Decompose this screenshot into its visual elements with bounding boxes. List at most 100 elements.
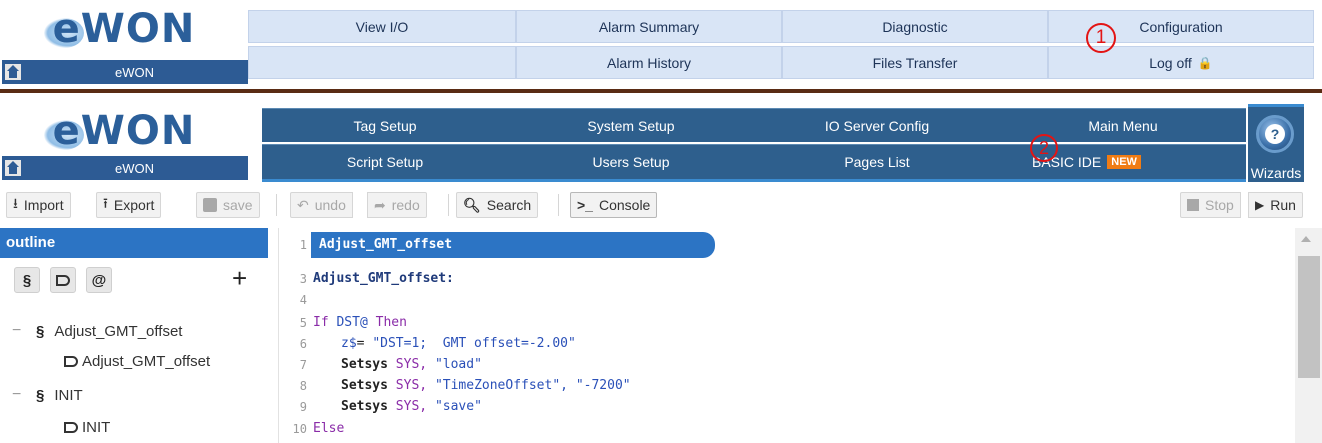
nav-diagnostic[interactable]: Diagnostic: [782, 10, 1048, 43]
line-number: 9: [299, 400, 307, 414]
toolbar-separator: [276, 194, 277, 216]
upload-icon: ⭱: [103, 195, 108, 211]
wizards-button[interactable]: ? Wizards: [1248, 104, 1304, 182]
outline-title: outline: [0, 228, 268, 258]
tree-item-label: INIT: [54, 386, 83, 404]
redo-button[interactable]: ➦ redo: [367, 192, 427, 218]
tag-icon: [56, 274, 70, 286]
wizards-label: Wizards: [1250, 165, 1302, 181]
code-line-setsys-load: Setsys SYS, "load": [341, 357, 482, 372]
log-off-label: Log off: [1149, 54, 1192, 71]
variable-filter-button[interactable]: @: [86, 267, 112, 293]
line-number: 8: [299, 379, 307, 393]
run-label: Run: [1270, 197, 1296, 213]
logo-text: eWON: [52, 6, 196, 52]
nav-files-transfer[interactable]: Files Transfer: [782, 46, 1048, 79]
tree-item-label: INIT: [82, 418, 111, 436]
download-icon: ⭳: [13, 195, 18, 211]
stop-label: Stop: [1205, 197, 1234, 213]
tag-icon: [64, 355, 78, 367]
ide-toolbar: ⭳ Import ⭱ Export save ↶ undo ➦ redo 🔍︎ …: [0, 186, 1322, 224]
nav-alarm-history[interactable]: Alarm History: [516, 46, 782, 79]
nav-view-io[interactable]: View I/O: [248, 10, 516, 43]
undo-icon: ↶: [297, 196, 309, 213]
line-number: 1: [299, 238, 307, 252]
run-button[interactable]: ▶ Run: [1248, 192, 1303, 218]
line-number: 5: [299, 316, 307, 330]
stop-icon: [1187, 199, 1199, 211]
code-editor[interactable]: 1 3 4 5 6 7 8 9 10 Adjust_GMT_offset Adj…: [278, 228, 1322, 443]
home-label: eWON: [115, 160, 154, 176]
undo-label: undo: [314, 197, 346, 213]
section-title: Adjust_GMT_offset: [319, 237, 453, 252]
import-button[interactable]: ⭳ Import: [6, 192, 71, 218]
label-filter-button[interactable]: [50, 267, 76, 293]
annotation-marker-1: 1: [1086, 23, 1116, 53]
line-number: 6: [299, 337, 307, 351]
code-line-label: Adjust_GMT_offset:: [313, 271, 454, 286]
line-number: 7: [299, 358, 307, 372]
console-label: Console: [598, 197, 651, 213]
scrollbar-thumb[interactable]: [1298, 256, 1320, 378]
terminal-icon: >_: [577, 197, 593, 213]
search-icon: 🔍︎: [463, 196, 481, 213]
annotation-marker-2: 2: [1030, 134, 1058, 162]
home-bar-secondary[interactable]: eWON: [2, 156, 248, 180]
vertical-scrollbar[interactable]: [1295, 228, 1322, 443]
top-navigation-bar: eWON eWON View I/O Alarm Summary Diagnos…: [0, 0, 1322, 88]
collapse-icon[interactable]: −: [12, 322, 24, 340]
line-number: 4: [299, 293, 307, 307]
save-button[interactable]: save: [196, 192, 260, 218]
toolbar-separator: [558, 194, 559, 216]
save-label: save: [223, 197, 253, 213]
search-button[interactable]: 🔍︎ Search: [456, 192, 539, 218]
code-line-else: Else: [313, 421, 345, 436]
console-button[interactable]: >_ Console: [570, 192, 658, 218]
tree-item-label-entry[interactable]: Adjust_GMT_offset: [64, 350, 210, 372]
nav-tag-setup[interactable]: Tag Setup: [262, 108, 508, 142]
nav-users-setup[interactable]: Users Setup: [508, 144, 754, 182]
nav-system-setup[interactable]: System Setup: [508, 108, 754, 142]
home-label: eWON: [115, 64, 154, 80]
floppy-icon: [203, 198, 217, 212]
export-button[interactable]: ⭱ Export: [96, 192, 162, 218]
nav-script-setup[interactable]: Script Setup: [262, 144, 508, 182]
lock-icon: 🔒: [1197, 55, 1213, 70]
tree-item-label: Adjust_GMT_offset: [82, 352, 211, 370]
home-bar[interactable]: eWON: [2, 60, 248, 84]
line-number-gutter: 1 3 4 5 6 7 8 9 10: [279, 228, 309, 443]
redo-label: redo: [391, 197, 420, 213]
search-label: Search: [486, 197, 532, 213]
import-label: Import: [23, 197, 64, 213]
help-icon: ?: [1256, 115, 1294, 153]
line-number: 10: [292, 422, 307, 436]
redo-icon: ➦: [374, 196, 386, 213]
nav-alarm-summary[interactable]: Alarm Summary: [516, 10, 782, 43]
line-number: 3: [299, 272, 307, 286]
tree-item-section[interactable]: − § Adjust_GMT_offset: [12, 320, 182, 342]
nav-pages-list[interactable]: Pages List: [754, 144, 1000, 182]
code-line-if: If DST@ Then: [313, 315, 407, 330]
home-icon[interactable]: [5, 64, 21, 80]
export-label: Export: [113, 197, 155, 213]
stop-button[interactable]: Stop: [1180, 192, 1241, 218]
nav-io-server-config[interactable]: IO Server Config: [754, 108, 1000, 142]
code-line-setsys-tz: Setsys SYS, "TimeZoneOffset", "-7200": [341, 378, 631, 393]
home-icon[interactable]: [5, 160, 21, 176]
nav-log-off[interactable]: Log off 🔒: [1048, 46, 1314, 79]
section-icon: §: [36, 322, 45, 340]
new-badge: NEW: [1107, 155, 1141, 169]
section-filter-button[interactable]: §: [14, 267, 40, 293]
play-icon: ▶: [1255, 198, 1265, 212]
code-line-setsys-save: Setsys SYS, "save": [341, 399, 482, 414]
code-line-assign: z$= "DST=1; GMT offset=-2.00": [341, 336, 576, 351]
scroll-up-arrow-icon[interactable]: [1301, 236, 1311, 242]
tag-icon: [64, 421, 78, 433]
undo-button[interactable]: ↶ undo: [290, 192, 353, 218]
tree-item-section[interactable]: − § INIT: [12, 384, 83, 406]
collapse-icon[interactable]: −: [12, 386, 24, 404]
outline-panel: outline § @ + − § Adjust_GMT_offset Adju…: [0, 228, 268, 443]
tree-item-label-entry[interactable]: INIT: [64, 416, 110, 438]
add-section-button[interactable]: +: [232, 265, 247, 291]
tree-item-label: Adjust_GMT_offset: [54, 322, 183, 340]
